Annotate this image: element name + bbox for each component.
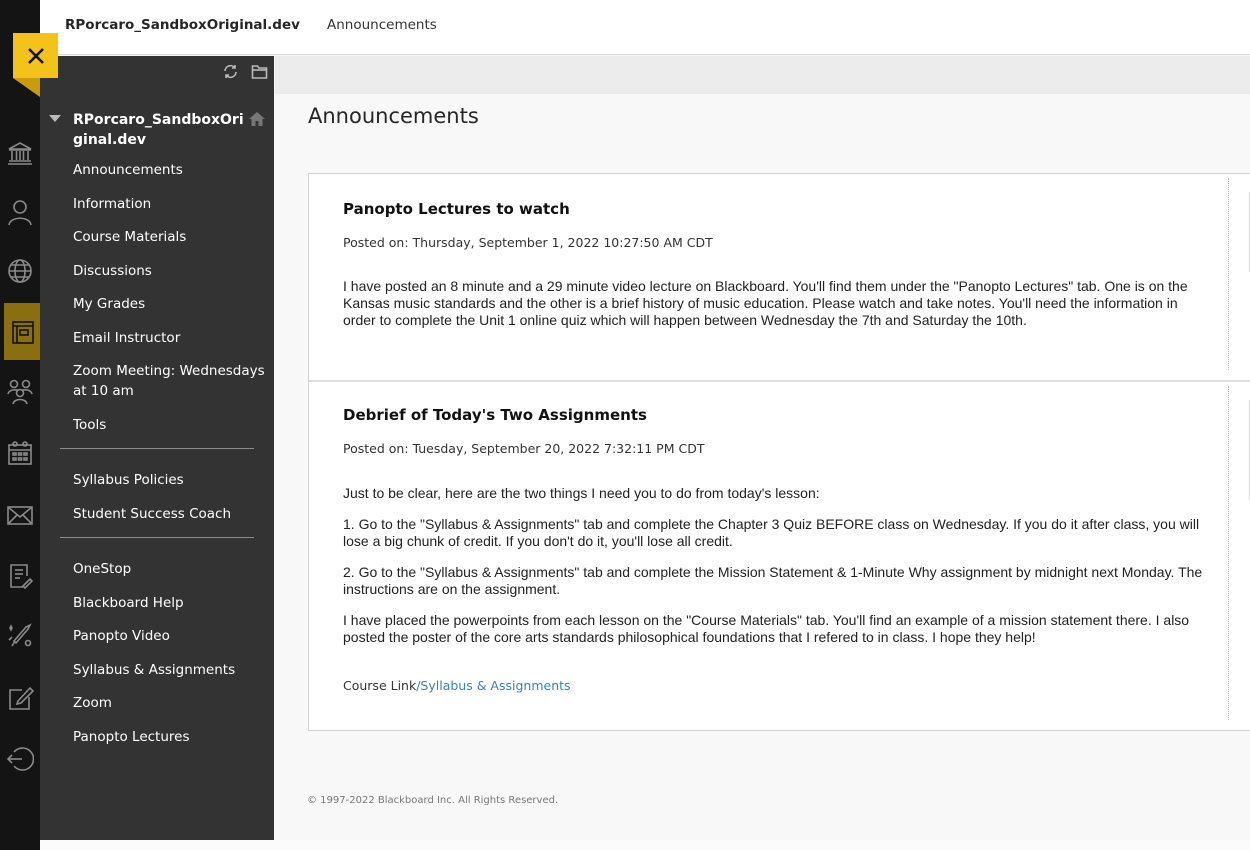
announcement-title: Panopto Lectures to watch [343, 200, 570, 218]
refresh-icon[interactable] [222, 63, 239, 80]
menu-item-onestop[interactable]: OneStop [40, 559, 274, 579]
announcement-paragraph: I have posted an 8 minute and a 29 minut… [343, 278, 1188, 328]
course-name[interactable]: RPorcaro_SandboxOriginal.dev [65, 17, 300, 33]
announcement-item: Panopto Lectures to watch Posted on: Thu… [309, 174, 1250, 380]
announcement-posted-date: Posted on: Tuesday, September 20, 2022 7… [343, 441, 705, 456]
column-divider [1228, 178, 1229, 370]
menu-item-panopto-lectures[interactable]: Panopto Lectures [40, 727, 274, 747]
breadcrumb-current: Announcements [327, 17, 437, 33]
menu-course-title[interactable]: RPorcaro_SandboxOriginal.dev [73, 110, 251, 150]
menu-item-information[interactable]: Information [40, 194, 274, 214]
close-icon [27, 47, 44, 64]
folder-icon[interactable] [251, 63, 268, 80]
announcement-posted-date: Posted on: Thursday, September 1, 2022 1… [343, 235, 713, 250]
menu-item-syllabus-policies[interactable]: Syllabus Policies [40, 470, 274, 490]
groups-icon[interactable] [0, 372, 40, 412]
global-nav-rail [0, 0, 40, 850]
institution-icon[interactable] [0, 133, 40, 173]
announcement-paragraph: I have placed the powerpoints from each … [343, 612, 1190, 645]
menu-item-email-instructor[interactable]: Email Instructor [40, 328, 274, 348]
menu-divider [60, 448, 254, 449]
announcements-list: Panopto Lectures to watch Posted on: Thu… [308, 173, 1250, 731]
page-title: Announcements [308, 104, 479, 128]
messages-icon[interactable] [0, 495, 40, 535]
announcement-title: Debrief of Today's Two Assignments [343, 406, 647, 424]
announcement-paragraph: Just to be clear, here are the two thing… [343, 485, 820, 501]
menu-item-course-materials[interactable]: Course Materials [40, 227, 274, 247]
menu-item-my-grades[interactable]: My Grades [40, 294, 274, 314]
edit-icon[interactable] [0, 678, 40, 718]
course-link-prefix: Course Link [343, 678, 417, 693]
menu-item-zoom-meeting-wednesdays-at-10-am[interactable]: Zoom Meeting: Wednesdays at 10 am [40, 361, 274, 401]
course-menu-list: Announcements Information Course Materials… [40, 160, 274, 760]
close-menu-button[interactable] [13, 33, 58, 78]
courses-icon[interactable] [4, 303, 40, 360]
menu-item-discussions[interactable]: Discussions [40, 261, 274, 281]
copyright-footer: © 1997-2022 Blackboard Inc. All Rights R… [307, 795, 559, 806]
announcement-paragraph: 2. Go to the "Syllabus & Assignments" ta… [343, 564, 1203, 597]
close-tab-fold [13, 78, 40, 97]
profile-icon[interactable] [0, 192, 40, 232]
sign-out-icon[interactable] [0, 739, 40, 779]
course-header: RPorcaro_SandboxOriginal.dev Announcemen… [40, 0, 1250, 55]
menu-item-zoom[interactable]: Zoom [40, 693, 274, 713]
course-link-anchor[interactable]: /Syllabus & Assignments [416, 678, 570, 693]
announcement-item: Debrief of Today's Two Assignments Poste… [309, 380, 1250, 730]
announcement-paragraph: 1. Go to the "Syllabus & Assignments" ta… [343, 516, 1200, 549]
menu-item-tools[interactable]: Tools [40, 415, 274, 435]
menu-item-syllabus-assignments[interactable]: Syllabus & Assignments [40, 660, 274, 680]
home-icon[interactable] [248, 110, 266, 128]
bottom-edge [40, 840, 1250, 850]
tools-icon[interactable] [0, 615, 40, 655]
course-menu: RPorcaro_SandboxOriginal.dev Announcemen… [40, 56, 274, 840]
globe-icon[interactable] [0, 251, 40, 291]
menu-divider [60, 537, 254, 538]
action-bar [275, 56, 1250, 94]
collapse-caret-icon[interactable] [49, 115, 61, 122]
grades-icon[interactable] [0, 556, 40, 596]
course-link: Course Link/Syllabus & Assignments [343, 678, 571, 693]
menu-item-announcements[interactable]: Announcements [40, 160, 274, 180]
menu-item-student-success-coach[interactable]: Student Success Coach [40, 504, 274, 524]
column-divider [1228, 386, 1229, 720]
calendar-icon[interactable] [0, 433, 40, 473]
menu-toolbar [222, 63, 268, 80]
announcement-body: Just to be clear, here are the two thing… [343, 485, 1203, 660]
announcement-body: I have posted an 8 minute and a 29 minut… [343, 278, 1203, 343]
menu-item-blackboard-help[interactable]: Blackboard Help [40, 593, 274, 613]
menu-item-panopto-video[interactable]: Panopto Video [40, 626, 274, 646]
